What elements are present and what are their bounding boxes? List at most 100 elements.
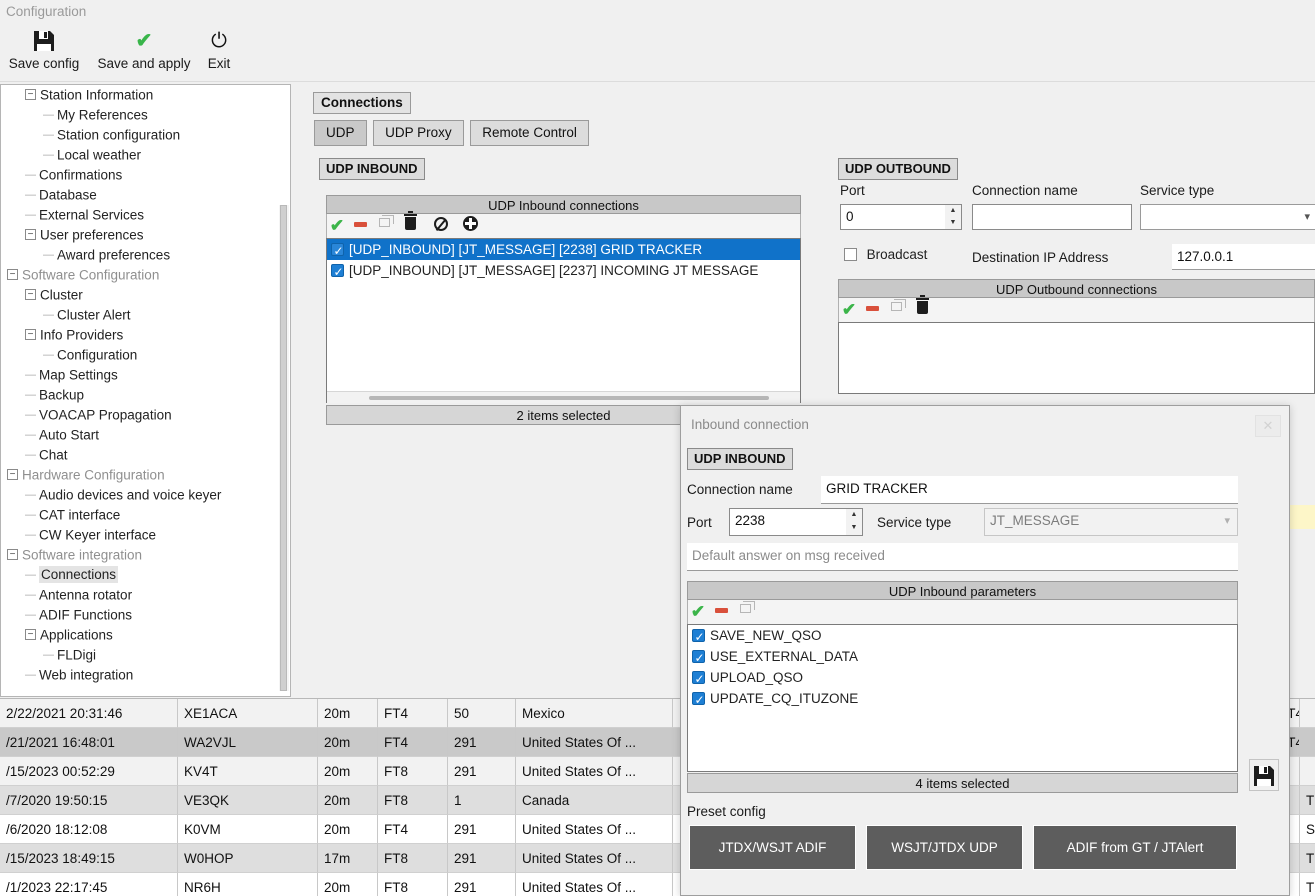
sidebar-item-fldigi[interactable]: — FLDigi xyxy=(1,645,290,665)
save-and-apply-button[interactable]: ✔ Save and apply xyxy=(90,26,198,72)
disable-icon[interactable] xyxy=(863,298,883,322)
list-item[interactable]: USE_EXTERNAL_DATA xyxy=(688,646,1237,669)
list-item-checkbox[interactable] xyxy=(692,627,705,648)
sidebar-item-local-weather[interactable]: — Local weather xyxy=(1,145,290,165)
tree-collapse-icon[interactable]: − xyxy=(7,268,18,280)
sidebar-item-confirmations[interactable]: — Confirmations xyxy=(1,165,290,185)
sidebar-item-backup[interactable]: — Backup xyxy=(1,385,290,405)
save-config-button[interactable]: Save config xyxy=(2,26,86,72)
list-item[interactable]: UPLOAD_QSO xyxy=(688,667,1237,690)
preset-wsjt-jtdx-udp-button[interactable]: WSJT/JTDX UDP xyxy=(866,825,1023,870)
tree-scrollbar-thumb[interactable] xyxy=(280,205,287,691)
sidebar-item-chat[interactable]: — Chat xyxy=(1,445,290,465)
list-item-checkbox[interactable] xyxy=(692,648,705,669)
list-item[interactable]: SAVE_NEW_QSO xyxy=(688,625,1237,648)
sidebar-item-info-providers[interactable]: − Info Providers xyxy=(1,325,290,345)
disable-icon[interactable] xyxy=(351,214,371,238)
outbound-port-input[interactable]: 0 xyxy=(840,204,946,230)
list-item-checkbox[interactable] xyxy=(692,690,705,711)
enable-icon[interactable]: ✔ xyxy=(688,600,708,624)
preset-jtdx-wsjt-adif-button[interactable]: JTDX/WSJT ADIF xyxy=(689,825,856,870)
tree-collapse-icon[interactable]: − xyxy=(25,88,36,100)
destination-ip-input[interactable]: 127.0.0.1 xyxy=(1172,244,1315,270)
list-item-checkbox[interactable] xyxy=(331,241,344,262)
tree-collapse-icon[interactable]: − xyxy=(7,468,18,480)
list-item-checkbox[interactable] xyxy=(331,262,344,283)
sidebar-item-user-preferences[interactable]: − User preferences xyxy=(1,225,290,245)
dialog-params-list[interactable]: SAVE_NEW_QSO USE_EXTERNAL_DATA UPLOAD_QSO U… xyxy=(687,624,1238,772)
duplicate-icon[interactable] xyxy=(374,214,394,238)
tab-udp[interactable]: UDP xyxy=(314,120,367,146)
dialog-save-button[interactable] xyxy=(1249,759,1279,791)
sidebar-item-cluster-alert[interactable]: — Cluster Alert xyxy=(1,305,290,325)
udp-inbound-list[interactable]: [UDP_INBOUND] [JT_MESSAGE] [2238] GRID T… xyxy=(326,238,801,403)
preset-adif-from-gt-jtalert-button[interactable]: ADIF from GT / JTAlert xyxy=(1033,825,1237,870)
tree-scrollbar[interactable] xyxy=(279,205,289,691)
delete-icon[interactable] xyxy=(910,295,936,322)
list-item[interactable]: UPDATE_CQ_ITUZONE xyxy=(688,688,1237,711)
sidebar-item-station-information[interactable]: − Station Information xyxy=(1,85,290,105)
table-cell-comment xyxy=(1300,728,1315,757)
settings-tree[interactable]: − Station Information — My References — Stati… xyxy=(1,85,290,696)
sidebar-item-configuration[interactable]: — Configuration xyxy=(1,345,290,365)
list-item[interactable]: [UDP_INBOUND] [JT_MESSAGE] [2238] GRID T… xyxy=(327,239,800,262)
block-icon[interactable] xyxy=(428,214,454,238)
sidebar-item-antenna-rotator[interactable]: — Antenna rotator xyxy=(1,585,290,605)
dialog-port-input[interactable]: 2238 xyxy=(729,508,847,536)
outbound-connection-name-input[interactable] xyxy=(972,204,1132,230)
tree-collapse-icon[interactable]: − xyxy=(25,288,36,300)
enable-icon[interactable]: ✔ xyxy=(327,214,347,238)
dialog-default-answer-input[interactable]: Default answer on msg received xyxy=(687,543,1238,571)
sidebar-item-map-settings[interactable]: — Map Settings xyxy=(1,365,290,385)
sidebar-item-cat-interface[interactable]: — CAT interface xyxy=(1,505,290,525)
sidebar-item-auto-start[interactable]: — Auto Start xyxy=(1,425,290,445)
sidebar-item-my-references[interactable]: — My References xyxy=(1,105,290,125)
tree-collapse-icon[interactable]: − xyxy=(25,328,36,340)
delete-icon[interactable] xyxy=(398,211,424,238)
sidebar-item-cw-keyer-interface[interactable]: — CW Keyer interface xyxy=(1,525,290,545)
udp-inbound-hscrollbar-thumb[interactable] xyxy=(369,396,769,400)
udp-inbound-hscrollbar[interactable] xyxy=(327,391,800,403)
sidebar-item-connections[interactable]: — Connections xyxy=(1,565,290,585)
list-item[interactable]: [UDP_INBOUND] [JT_MESSAGE] [2237] INCOMI… xyxy=(327,260,800,283)
highlighted-cell xyxy=(1288,505,1315,529)
outbound-port-stepper[interactable]: ▲ ▼ xyxy=(945,204,962,230)
duplicate-icon[interactable] xyxy=(735,600,755,624)
udp-outbound-list[interactable] xyxy=(838,322,1315,394)
dialog-port-label: Port xyxy=(687,515,712,530)
app-window: Configuration Save config ✔ Save and app… xyxy=(0,0,1315,896)
sidebar-item-external-services[interactable]: — External Services xyxy=(1,205,290,225)
sidebar-item-software-configuration[interactable]: − Software Configuration xyxy=(1,265,290,285)
tab-remote-control[interactable]: Remote Control xyxy=(470,120,589,146)
sidebar-item-voacap-propagation[interactable]: — VOACAP Propagation xyxy=(1,405,290,425)
sidebar-item-web-integration[interactable]: — Web integration xyxy=(1,665,290,685)
tree-collapse-icon[interactable]: − xyxy=(25,228,36,240)
sidebar-item-database[interactable]: — Database xyxy=(1,185,290,205)
sidebar-item-audio-devices-and-voice-keyer[interactable]: — Audio devices and voice keyer xyxy=(1,485,290,505)
sidebar-item-station-configuration[interactable]: — Station configuration xyxy=(1,125,290,145)
dialog-service-type-select[interactable]: JT_MESSAGE ▾ xyxy=(984,508,1238,536)
sidebar-item-hardware-configuration[interactable]: − Hardware Configuration xyxy=(1,465,290,485)
exit-button[interactable]: ⏻ Exit xyxy=(200,26,238,72)
sidebar-item-cluster[interactable]: − Cluster xyxy=(1,285,290,305)
sidebar-item-software-integration[interactable]: − Software integration xyxy=(1,545,290,565)
broadcast-checkbox-row[interactable]: Broadcast xyxy=(844,246,927,262)
sidebar-item-award-preferences[interactable]: — Award preferences xyxy=(1,245,290,265)
sidebar-item-applications[interactable]: − Applications xyxy=(1,625,290,645)
list-item-checkbox[interactable] xyxy=(692,669,705,690)
tree-collapse-icon[interactable]: − xyxy=(25,628,36,640)
tree-collapse-icon[interactable]: − xyxy=(7,548,18,560)
tab-udp-proxy[interactable]: UDP Proxy xyxy=(373,120,464,146)
close-icon[interactable]: ✕ xyxy=(1255,415,1281,437)
broadcast-checkbox[interactable] xyxy=(844,248,857,261)
udp-outbound-toolbar: ✔ xyxy=(838,295,1315,322)
dialog-port-stepper[interactable]: ▲ ▼ xyxy=(846,508,863,536)
duplicate-icon[interactable] xyxy=(886,298,906,322)
sidebar-item-adif-functions[interactable]: — ADIF Functions xyxy=(1,605,290,625)
dialog-connection-name-input[interactable]: GRID TRACKER xyxy=(821,476,1238,504)
outbound-service-type-select[interactable]: ▾ xyxy=(1140,204,1315,230)
disable-icon[interactable] xyxy=(712,600,732,624)
enable-icon[interactable]: ✔ xyxy=(839,298,859,322)
tree-branch-icon: — xyxy=(25,409,36,422)
add-icon[interactable] xyxy=(457,214,483,238)
